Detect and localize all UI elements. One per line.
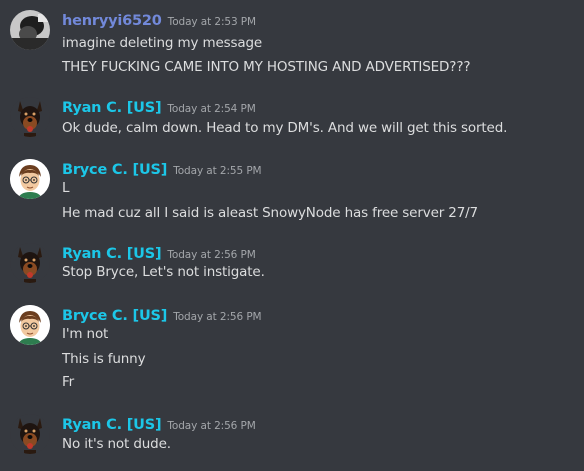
message-header: henryyi6520 Today at 2:53 PM xyxy=(62,10,256,30)
message-group: Ryan C. [US] Today at 2:56 PM No it's not… xyxy=(0,414,584,460)
message-line: Fr xyxy=(62,374,75,390)
message-group: Bryce C. [US] Today at 2:56 PM I'm not Th… xyxy=(0,305,584,395)
chat-message-list: henryyi6520 Today at 2:53 PM imagine dele… xyxy=(0,0,584,471)
timestamp: Today at 2:56 PM xyxy=(173,311,262,323)
username[interactable]: Ryan C. [US] xyxy=(62,100,162,116)
dog-avatar-icon[interactable] xyxy=(10,414,50,454)
username[interactable]: Bryce C. [US] xyxy=(62,162,167,178)
message-header: Ryan C. [US] Today at 2:56 PM xyxy=(62,414,256,434)
message-group: Ryan C. [US] Today at 2:56 PM Stop Bryce,… xyxy=(0,243,584,289)
message-line: THEY FUCKING CAME INTO MY HOSTING AND AD… xyxy=(62,59,471,75)
message-line: This is funny xyxy=(62,351,146,367)
dog-avatar-icon[interactable] xyxy=(10,243,50,283)
message-line: Ok dude, calm down. Head to my DM's. And… xyxy=(62,120,508,136)
timestamp: Today at 2:53 PM xyxy=(167,16,256,28)
timestamp: Today at 2:56 PM xyxy=(167,249,256,261)
message-line: Stop Bryce, Let's not instigate. xyxy=(62,264,265,280)
message-line: No it's not dude. xyxy=(62,436,171,452)
message-line: He mad cuz all I said is aleast SnowyNod… xyxy=(62,205,478,221)
message-line: I'm not xyxy=(62,326,109,342)
message-header: Bryce C. [US] Today at 2:55 PM xyxy=(62,159,262,179)
username[interactable]: Ryan C. [US] xyxy=(62,246,162,262)
message-group: Bryce C. [US] Today at 2:55 PM L He mad c… xyxy=(0,159,584,225)
message-header: Ryan C. [US] Today at 2:54 PM xyxy=(62,97,256,117)
timestamp: Today at 2:54 PM xyxy=(167,103,256,115)
username[interactable]: henryyi6520 xyxy=(62,13,162,29)
username[interactable]: Ryan C. [US] xyxy=(62,417,162,433)
grayscale-photo-avatar-icon[interactable] xyxy=(10,10,50,50)
message-line: imagine deleting my message xyxy=(62,35,263,51)
message-group: henryyi6520 Today at 2:53 PM imagine dele… xyxy=(0,10,584,80)
dog-avatar-icon[interactable] xyxy=(10,97,50,137)
message-group: Ryan C. [US] Today at 2:54 PM Ok dude, ca… xyxy=(0,97,584,143)
message-header: Bryce C. [US] Today at 2:56 PM xyxy=(62,305,262,325)
cartoon-face-avatar-icon[interactable] xyxy=(10,159,50,199)
timestamp: Today at 2:55 PM xyxy=(173,165,262,177)
message-header: Ryan C. [US] Today at 2:56 PM xyxy=(62,243,256,263)
message-line: L xyxy=(62,180,70,196)
timestamp: Today at 2:56 PM xyxy=(167,420,256,432)
username[interactable]: Bryce C. [US] xyxy=(62,308,167,324)
cartoon-face-avatar-icon[interactable] xyxy=(10,305,50,345)
